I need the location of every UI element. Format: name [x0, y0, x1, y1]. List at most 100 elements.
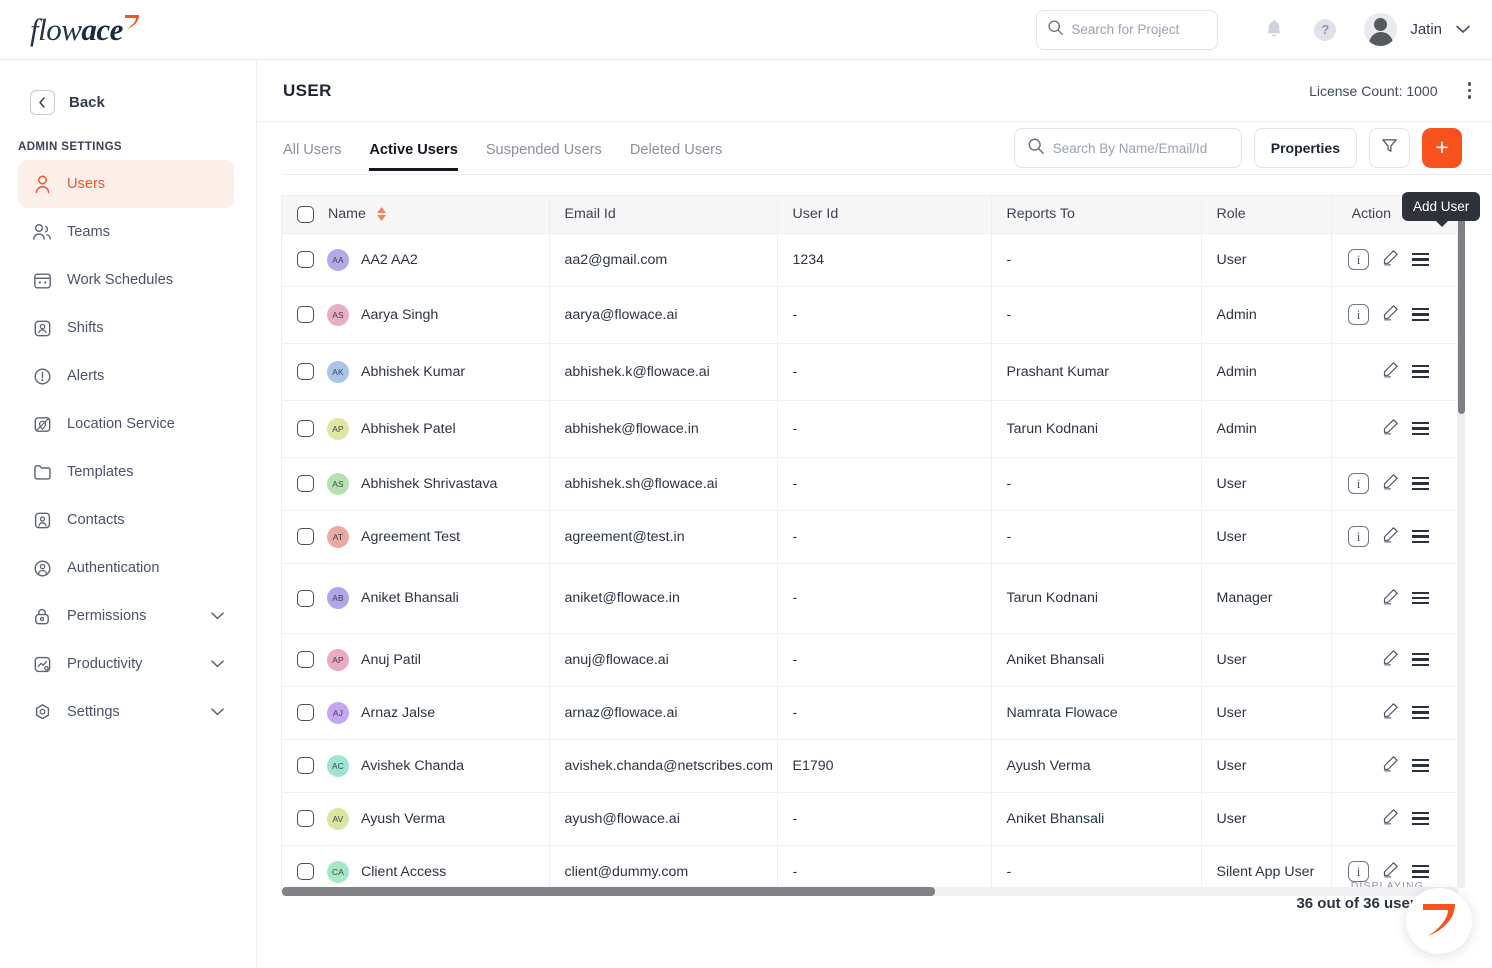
edit-pencil-icon[interactable]: [1382, 249, 1399, 270]
back-button[interactable]: Back: [0, 82, 256, 122]
sidebar-item-permissions[interactable]: Permissions: [18, 592, 234, 640]
edit-pencil-icon[interactable]: [1382, 702, 1399, 723]
table-row[interactable]: AA AA2 AA2 aa2@gmail.com 1234- User i: [282, 233, 1457, 287]
table-row[interactable]: AS Abhishek Shrivastava abhishek.sh@flowac…: [282, 457, 1457, 511]
cell-userid: -: [777, 845, 992, 893]
row-checkbox[interactable]: [297, 475, 314, 492]
table-row[interactable]: AB Aniket Bhansali aniket@flowace.in - Tarun…: [282, 563, 1457, 634]
table-row[interactable]: AC Avishek Chanda avishek.chanda@netscribe…: [282, 739, 1457, 793]
sidebar-item-settings[interactable]: Settings: [18, 688, 234, 736]
table-horizontal-scroll-thumb[interactable]: [282, 887, 935, 896]
edit-pencil-icon[interactable]: [1382, 418, 1399, 439]
row-menu-icon[interactable]: [1412, 759, 1429, 772]
row-checkbox[interactable]: [297, 704, 314, 721]
row-menu-icon[interactable]: [1412, 253, 1429, 266]
row-menu-icon[interactable]: [1412, 591, 1429, 605]
row-checkbox[interactable]: [297, 651, 314, 668]
info-icon[interactable]: i: [1348, 304, 1369, 325]
table-vertical-scroll-thumb[interactable]: [1458, 214, 1465, 414]
row-menu-icon[interactable]: [1412, 477, 1429, 490]
table-row[interactable]: CA Client Access client@dummy.com - - Silent …: [282, 845, 1457, 893]
tab-deleted-users[interactable]: Deleted Users: [630, 122, 722, 169]
sidebar-item-teams[interactable]: Teams: [18, 208, 234, 256]
table-row[interactable]: AJ Arnaz Jalse arnaz@flowace.ai - Namrata Fl…: [282, 686, 1457, 740]
sidebar-item-shifts[interactable]: Shifts: [18, 304, 234, 352]
table-row[interactable]: AS Aarya Singh aarya@flowace.ai - - Admin i: [282, 286, 1457, 344]
sort-toggle-icon[interactable]: [376, 207, 386, 222]
more-vertical-icon[interactable]: [1467, 82, 1471, 99]
row-menu-icon[interactable]: [1412, 530, 1429, 543]
chevron-down-icon[interactable]: [211, 708, 224, 716]
row-menu-icon[interactable]: [1412, 308, 1429, 321]
row-checkbox[interactable]: [297, 363, 314, 380]
sidebar-item-templates[interactable]: Templates: [18, 448, 234, 496]
edit-pencil-icon[interactable]: [1382, 361, 1399, 382]
chevron-down-icon[interactable]: [211, 612, 224, 620]
cell-reports-to: -: [991, 845, 1202, 893]
sidebar-item-users[interactable]: Users: [18, 160, 234, 208]
properties-button[interactable]: Properties: [1253, 128, 1357, 168]
row-checkbox[interactable]: [297, 757, 314, 774]
row-menu-icon[interactable]: [1412, 653, 1429, 666]
sidebar-item-productivity[interactable]: Productivity: [18, 640, 234, 688]
cell-reports-to: Tarun Kodnani: [991, 400, 1202, 458]
select-all-checkbox[interactable]: [297, 205, 314, 223]
edit-pencil-icon[interactable]: [1382, 526, 1399, 547]
table-vertical-scrollbar[interactable]: [1458, 196, 1465, 888]
row-menu-icon[interactable]: [1412, 422, 1429, 435]
chevron-down-icon[interactable]: [1456, 21, 1470, 39]
info-icon[interactable]: i: [1348, 861, 1369, 882]
row-checkbox[interactable]: [297, 528, 314, 545]
sidebar-item-work-schedules[interactable]: Work Schedules: [18, 256, 234, 304]
info-icon[interactable]: i: [1348, 473, 1369, 494]
table-row[interactable]: AT Agreement Test agreement@test.in - - User i: [282, 510, 1457, 564]
table-row[interactable]: AP Abhishek Patel abhishek@flowace.in - Taru…: [282, 400, 1457, 458]
sidebar-item-alerts[interactable]: Alerts: [18, 352, 234, 400]
users-table-container[interactable]: Name Email Id User Id Reports To Role Ac…: [281, 195, 1458, 893]
tab-all-users[interactable]: All Users: [283, 122, 341, 169]
row-checkbox[interactable]: [297, 420, 314, 437]
flowace-swoosh-icon: [1419, 899, 1459, 944]
filter-button[interactable]: [1369, 128, 1410, 168]
tab-suspended-users[interactable]: Suspended Users: [486, 122, 602, 169]
row-menu-icon[interactable]: [1412, 865, 1429, 878]
sidebar-item-authentication[interactable]: Authentication: [18, 544, 234, 592]
table-row[interactable]: AV Ayush Verma ayush@flowace.ai - Aniket Bha…: [282, 792, 1457, 846]
avatar[interactable]: [1364, 13, 1398, 46]
row-checkbox[interactable]: [297, 810, 314, 827]
row-menu-icon[interactable]: [1412, 812, 1429, 825]
add-user-button[interactable]: +: [1422, 128, 1462, 168]
row-checkbox[interactable]: [297, 251, 314, 268]
project-search[interactable]: [1036, 9, 1219, 50]
user-search[interactable]: [1013, 128, 1242, 168]
row-menu-icon[interactable]: [1412, 365, 1429, 378]
help-icon[interactable]: ?: [1314, 18, 1337, 41]
edit-pencil-icon[interactable]: [1382, 588, 1399, 609]
row-checkbox[interactable]: [297, 589, 314, 607]
sidebar-item-contacts[interactable]: Contacts: [18, 496, 234, 544]
bell-icon[interactable]: [1264, 19, 1284, 41]
cell-reports-to: Tarun Kodnani: [991, 563, 1202, 634]
table-row[interactable]: AK Abhishek Kumar abhishek.k@flowace.ai - Pr…: [282, 343, 1457, 401]
edit-pencil-icon[interactable]: [1382, 755, 1399, 776]
sidebar-item-label: Productivity: [67, 656, 143, 672]
chevron-down-icon[interactable]: [211, 660, 224, 668]
table-horizontal-scrollbar[interactable]: [282, 887, 1457, 896]
sidebar-item-location-service[interactable]: Location Service: [18, 400, 234, 448]
tab-active-users[interactable]: Active Users: [369, 122, 459, 171]
edit-pencil-icon[interactable]: [1382, 304, 1399, 325]
row-checkbox[interactable]: [297, 306, 314, 323]
row-checkbox[interactable]: [297, 863, 314, 880]
row-menu-icon[interactable]: [1412, 706, 1429, 719]
info-icon[interactable]: i: [1348, 249, 1369, 270]
edit-pencil-icon[interactable]: [1382, 649, 1399, 670]
edit-pencil-icon[interactable]: [1382, 861, 1399, 882]
edit-pencil-icon[interactable]: [1382, 473, 1399, 494]
flowace-logo[interactable]: flow ace: [30, 12, 140, 48]
chat-widget-button[interactable]: [1406, 888, 1472, 954]
user-search-input[interactable]: [1052, 140, 1223, 156]
project-search-input[interactable]: [1071, 22, 1202, 37]
table-row[interactable]: AP Anuj Patil anuj@flowace.ai - Aniket Bhans…: [282, 633, 1457, 687]
edit-pencil-icon[interactable]: [1382, 808, 1399, 829]
info-icon[interactable]: i: [1348, 526, 1369, 547]
